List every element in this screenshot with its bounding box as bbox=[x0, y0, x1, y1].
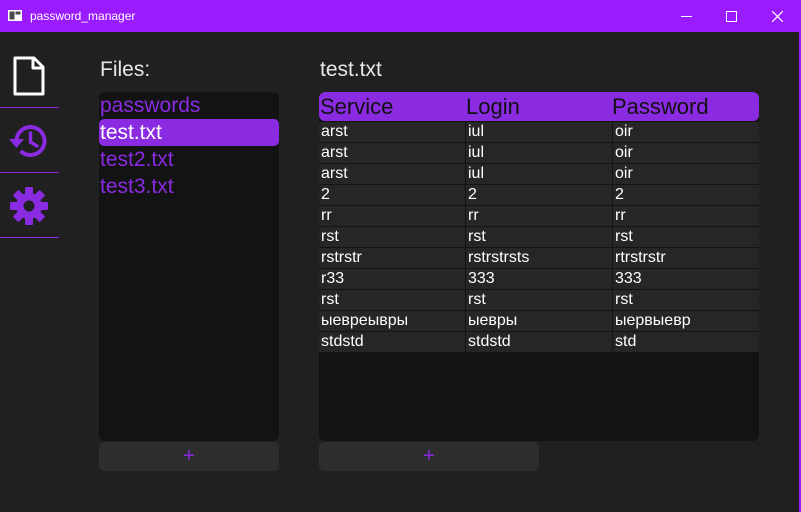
cell-service[interactable]: ыевреывры bbox=[319, 311, 465, 331]
cell-password[interactable]: rtrstrstr bbox=[613, 248, 759, 268]
file-icon bbox=[13, 56, 45, 96]
cell-service[interactable]: rst bbox=[319, 290, 465, 310]
cell-login[interactable]: iul bbox=[466, 122, 612, 142]
sidebar-item-history[interactable] bbox=[0, 109, 58, 173]
cell-password[interactable]: oir bbox=[613, 122, 759, 142]
sidebar-divider bbox=[0, 107, 59, 108]
cell-login[interactable]: iul bbox=[466, 143, 612, 163]
minimize-icon bbox=[680, 15, 692, 17]
minimize-button[interactable] bbox=[663, 0, 709, 32]
files-list[interactable]: passwords test.txt test2.txt test3.txt bbox=[99, 92, 279, 441]
table-row[interactable]: r33 333 333 bbox=[319, 269, 759, 290]
cell-password[interactable]: std bbox=[613, 332, 759, 352]
cell-service[interactable]: rr bbox=[319, 206, 465, 226]
cell-login[interactable]: rst bbox=[466, 290, 612, 310]
cell-password[interactable]: oir bbox=[613, 164, 759, 184]
cell-login[interactable]: rstrstrsts bbox=[466, 248, 612, 268]
add-file-button[interactable]: + bbox=[99, 442, 279, 471]
cell-service[interactable]: 2 bbox=[319, 185, 465, 205]
table-row[interactable]: rst rst rst bbox=[319, 227, 759, 248]
table-row[interactable]: rstrstr rstrstrsts rtrstrstr bbox=[319, 248, 759, 269]
cell-service[interactable]: arst bbox=[319, 164, 465, 184]
column-header-login[interactable]: Login bbox=[466, 92, 520, 121]
cell-login[interactable]: ыевры bbox=[466, 311, 612, 331]
cell-service[interactable]: stdstd bbox=[319, 332, 465, 352]
cell-password[interactable]: ыервыевр bbox=[613, 311, 759, 331]
file-item-test3-txt[interactable]: test3.txt bbox=[99, 173, 279, 200]
add-entry-button[interactable]: + bbox=[319, 442, 539, 471]
cell-password[interactable]: 2 bbox=[613, 185, 759, 205]
cell-login[interactable]: rr bbox=[466, 206, 612, 226]
sidebar bbox=[0, 32, 60, 512]
close-icon bbox=[771, 10, 783, 22]
cell-password[interactable]: rr bbox=[613, 206, 759, 226]
table-row[interactable]: stdstd stdstd std bbox=[319, 332, 759, 353]
table-row[interactable]: ыевреывры ыевры ыервыевр bbox=[319, 311, 759, 332]
cell-service[interactable]: rstrstr bbox=[319, 248, 465, 268]
cell-password[interactable]: oir bbox=[613, 143, 759, 163]
file-item-passwords[interactable]: passwords bbox=[99, 92, 279, 119]
sidebar-divider bbox=[0, 172, 59, 173]
sidebar-item-files[interactable] bbox=[0, 44, 58, 108]
file-item-test2-txt[interactable]: test2.txt bbox=[99, 146, 279, 173]
table-row[interactable]: rr rr rr bbox=[319, 206, 759, 227]
cell-login[interactable]: 333 bbox=[466, 269, 612, 289]
window-title: password_manager bbox=[30, 9, 136, 23]
cell-service[interactable]: arst bbox=[319, 122, 465, 142]
cell-service[interactable]: rst bbox=[319, 227, 465, 247]
cell-login[interactable]: rst bbox=[466, 227, 612, 247]
cell-password[interactable]: 333 bbox=[613, 269, 759, 289]
table-header: Service Login Password bbox=[319, 92, 759, 121]
password-table: Service Login Password arst iul oir arst… bbox=[319, 92, 759, 441]
maximize-icon bbox=[725, 10, 737, 22]
title-bar: password_manager bbox=[0, 0, 801, 32]
cell-service[interactable]: r33 bbox=[319, 269, 465, 289]
table-row[interactable]: rst rst rst bbox=[319, 290, 759, 311]
column-header-service[interactable]: Service bbox=[320, 92, 393, 121]
table-row[interactable]: arst iul oir bbox=[319, 143, 759, 164]
cell-password[interactable]: rst bbox=[613, 290, 759, 310]
cell-login[interactable]: stdstd bbox=[466, 332, 612, 352]
column-header-password[interactable]: Password bbox=[612, 92, 709, 121]
sidebar-item-settings[interactable] bbox=[0, 174, 58, 238]
table-row[interactable]: 2 2 2 bbox=[319, 185, 759, 206]
app-icon bbox=[8, 10, 22, 21]
cell-service[interactable]: arst bbox=[319, 143, 465, 163]
table-title: test.txt bbox=[320, 58, 382, 81]
history-icon bbox=[9, 125, 47, 157]
cell-login[interactable]: iul bbox=[466, 164, 612, 184]
gear-icon bbox=[10, 187, 48, 225]
file-item-test-txt[interactable]: test.txt bbox=[99, 119, 279, 146]
table-row[interactable]: arst iul oir bbox=[319, 164, 759, 185]
cell-login[interactable]: 2 bbox=[466, 185, 612, 205]
maximize-button[interactable] bbox=[708, 0, 754, 32]
sidebar-divider bbox=[0, 237, 59, 238]
close-button[interactable] bbox=[754, 0, 800, 32]
cell-password[interactable]: rst bbox=[613, 227, 759, 247]
table-row[interactable]: arst iul oir bbox=[319, 122, 759, 143]
files-label: Files: bbox=[100, 58, 151, 81]
